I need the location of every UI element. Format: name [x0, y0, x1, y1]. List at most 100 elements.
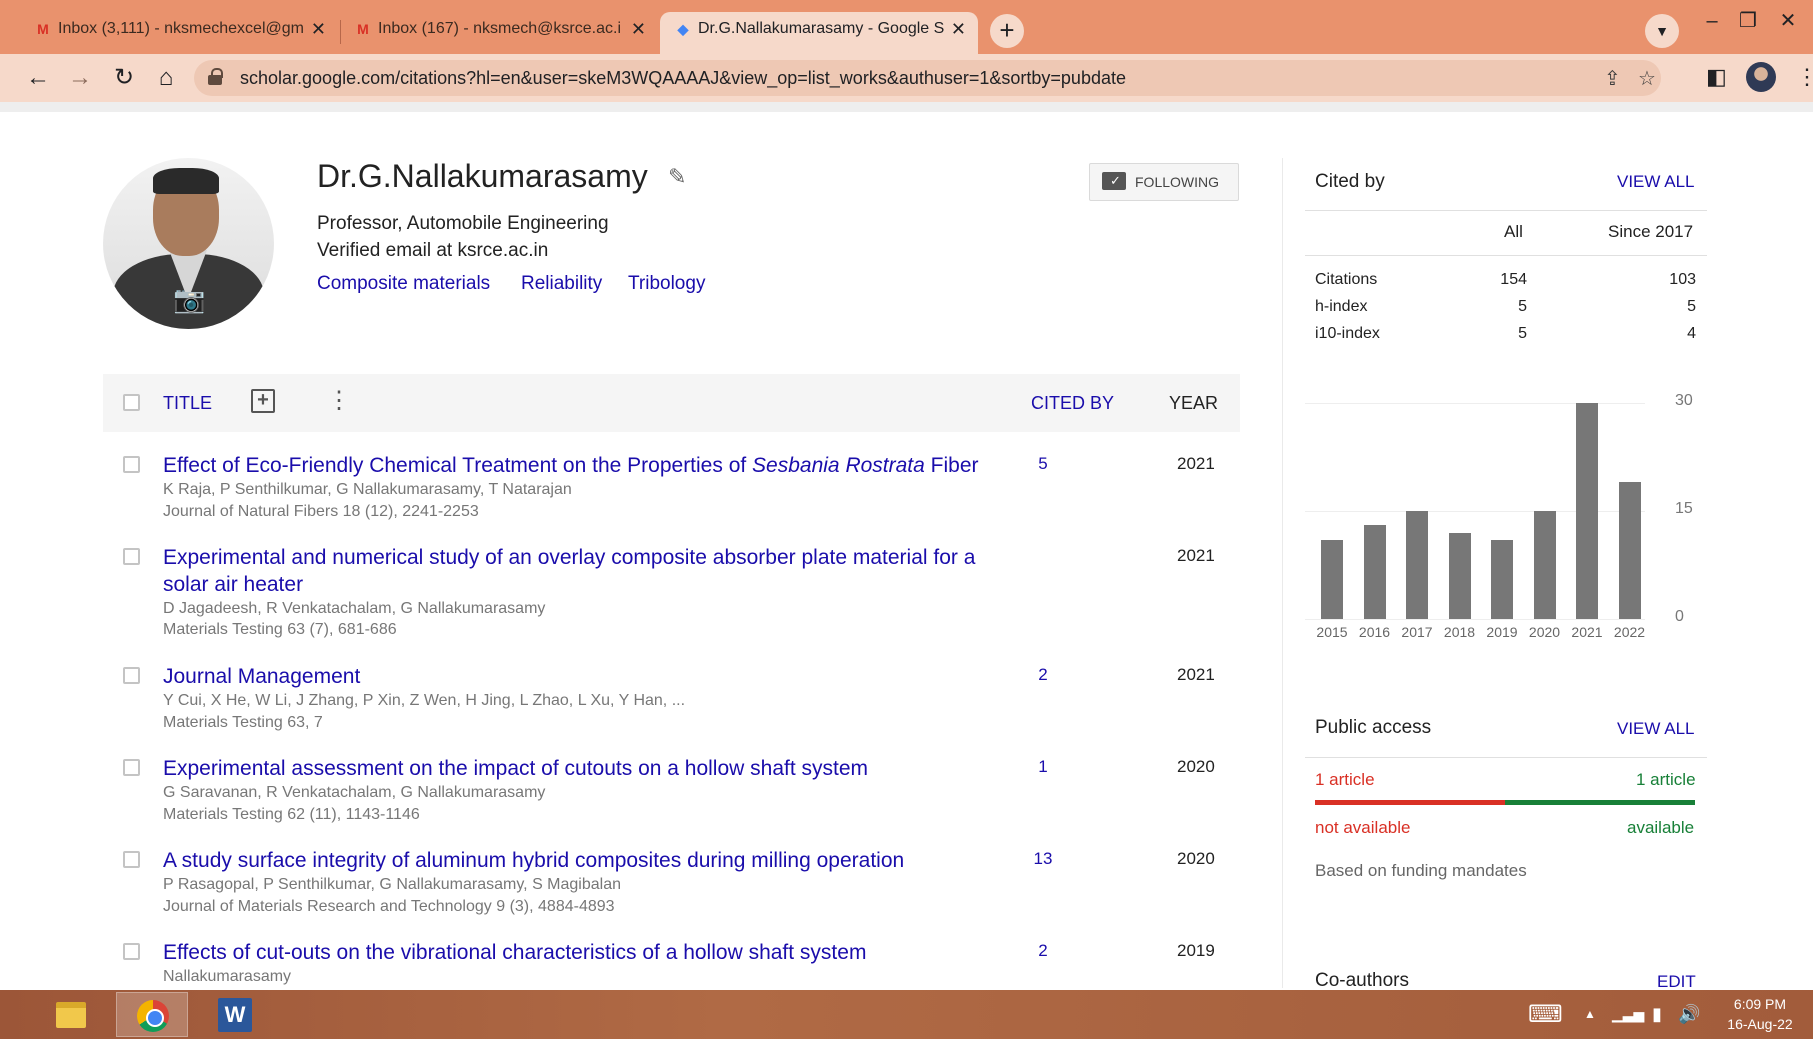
chart-bar-2018[interactable] [1448, 532, 1471, 619]
row-checkbox[interactable] [123, 456, 140, 473]
forward-icon[interactable]: → [64, 62, 96, 94]
browser-tab[interactable]: M Inbox (167) - nksmech@ksrce.ac.i ✕ [340, 12, 658, 54]
article-venue: Materials Testing 62 (11), 1143-1146 [163, 806, 420, 823]
article-title-link[interactable]: Experimental and numerical study of an o… [163, 544, 1003, 598]
close-icon[interactable]: ✕ [631, 12, 646, 46]
window-close-icon[interactable]: ✕ [1768, 6, 1808, 36]
keyboard-icon[interactable]: ⌨ [1528, 990, 1563, 1039]
browser-tab-active[interactable]: ◆ Dr.G.Nallakumarasamy - Google S ✕ [660, 12, 978, 54]
chart-bar-2021[interactable] [1576, 403, 1598, 619]
x-tick-label: 2020 [1528, 624, 1561, 640]
article-year: 2019 [1177, 941, 1215, 960]
row-checkbox[interactable] [123, 851, 140, 868]
chart-bar-2015[interactable] [1321, 539, 1343, 619]
stat-label[interactable]: i10-index [1315, 325, 1380, 343]
article-title-link[interactable]: Effects of cut-outs on the vibrational c… [163, 939, 1043, 966]
title-sort-header[interactable]: TITLE [163, 393, 212, 414]
not-available-count-link[interactable]: 1 article [1315, 770, 1375, 790]
coauthors-edit-link[interactable]: EDIT [1657, 972, 1696, 992]
minimize-icon[interactable]: – [1692, 6, 1732, 36]
gmail-icon: M [357, 21, 369, 37]
cited-count-link[interactable]: 5 [1013, 454, 1073, 474]
row-checkbox[interactable] [123, 759, 140, 776]
tab-title: Inbox (3,111) - nksmechexcel@gm [58, 20, 304, 37]
following-label: FOLLOWING [1135, 174, 1220, 190]
chart-bar-2020[interactable] [1533, 511, 1556, 619]
col-all-header: All [1504, 222, 1523, 241]
year-sort-header[interactable]: YEAR [1169, 393, 1218, 414]
chart-bar-2017[interactable] [1406, 511, 1428, 619]
profile-name: Dr.G.Nallakumarasamy [317, 158, 648, 194]
address-bar[interactable]: scholar.google.com/citations?hl=en&user=… [194, 60, 1661, 96]
public-access-heading: Public access [1315, 717, 1432, 738]
row-checkbox[interactable] [123, 943, 140, 960]
close-icon[interactable]: ✕ [311, 12, 326, 46]
select-all-checkbox[interactable] [123, 394, 140, 411]
interest-link[interactable]: Tribology [628, 273, 705, 295]
following-button[interactable]: FOLLOWING [1089, 163, 1239, 201]
side-panel-icon[interactable]: ◧ [1706, 64, 1727, 90]
available-count-link[interactable]: 1 article [1636, 770, 1696, 790]
divider [1305, 210, 1707, 211]
system-clock[interactable]: 6:09 PM 16-Aug-22 [1720, 994, 1800, 1034]
share-icon[interactable]: ⇪ [1604, 66, 1621, 91]
edit-pencil-icon[interactable]: ✎ [668, 164, 686, 190]
not-available-label: not available [1315, 818, 1411, 837]
cited-by-sort-header[interactable]: CITED BY [1031, 393, 1114, 414]
public-access-view-all-link[interactable]: VIEW ALL [1617, 719, 1694, 739]
new-tab-button[interactable]: + [990, 14, 1024, 48]
chart-bar-2022[interactable] [1618, 482, 1641, 619]
restore-icon[interactable]: ❐ [1728, 6, 1768, 36]
x-tick-label: 2021 [1571, 624, 1603, 640]
row-checkbox[interactable] [123, 667, 140, 684]
table-row: Effects of cut-outs on the vibrational c… [103, 939, 1240, 989]
article-title-link[interactable]: Effect of Eco-Friendly Chemical Treatmen… [163, 452, 1043, 479]
x-tick-label: 2017 [1401, 624, 1433, 640]
battery-icon[interactable]: ▮ [1652, 990, 1662, 1039]
show-hidden-icons-icon[interactable]: ▲ [1584, 990, 1596, 1039]
network-signal-icon[interactable]: ▁▃▅ [1612, 990, 1644, 1039]
article-title-italic: Sesbania Rostrata [752, 454, 925, 477]
menu-icon[interactable]: ⋮ [1796, 64, 1813, 90]
profile-photo[interactable]: 📷 [103, 158, 274, 329]
file-explorer-taskbar-item[interactable] [34, 992, 106, 1037]
cited-count-link[interactable]: 2 [1013, 941, 1073, 961]
camera-icon[interactable]: 📷 [173, 284, 205, 315]
chart-bar-2016[interactable] [1363, 525, 1386, 619]
more-options-icon[interactable]: ⋮ [327, 386, 351, 415]
article-title-link[interactable]: A study surface integrity of aluminum hy… [163, 847, 1043, 874]
article-year: 2021 [1177, 546, 1215, 565]
articles-table-header: TITLE + ⋮ CITED BY YEAR [103, 374, 1240, 432]
volume-icon[interactable]: 🔊 [1678, 990, 1700, 1039]
home-icon[interactable]: ⌂ [150, 62, 182, 94]
stat-label[interactable]: Citations [1315, 271, 1377, 289]
cited-count-link[interactable]: 2 [1013, 665, 1073, 685]
reload-icon[interactable]: ↻ [108, 62, 140, 94]
back-icon[interactable]: ← [22, 62, 54, 94]
available-bar [1505, 800, 1695, 805]
bookmark-star-icon[interactable]: ☆ [1638, 66, 1656, 91]
article-venue: Materials Testing 63 (7), 681-686 [163, 621, 397, 638]
cited-count-link[interactable]: 13 [1013, 849, 1073, 869]
article-year: 2020 [1177, 849, 1215, 868]
cited-by-view-all-link[interactable]: VIEW ALL [1617, 172, 1694, 192]
chrome-taskbar-item[interactable] [116, 992, 188, 1037]
chart-bar-2019[interactable] [1491, 539, 1513, 619]
article-title-link[interactable]: Experimental assessment on the impact of… [163, 755, 1043, 782]
add-article-icon[interactable]: + [251, 389, 275, 413]
stat-label[interactable]: h-index [1315, 298, 1367, 316]
profile-avatar[interactable] [1746, 62, 1776, 92]
word-taskbar-item[interactable]: W [198, 992, 270, 1037]
folder-icon [56, 1002, 86, 1028]
browser-tab[interactable]: M Inbox (3,111) - nksmechexcel@gm ✕ [20, 12, 338, 54]
close-icon[interactable]: ✕ [951, 12, 966, 46]
row-checkbox[interactable] [123, 548, 140, 565]
article-authors: Y Cui, X He, W Li, J Zhang, P Xin, Z Wen… [163, 692, 686, 709]
cited-count-link[interactable]: 1 [1013, 757, 1073, 777]
interest-link[interactable]: Composite materials [317, 273, 490, 295]
interest-link[interactable]: Reliability [521, 273, 602, 295]
url-text[interactable]: scholar.google.com/citations?hl=en&user=… [240, 60, 1126, 96]
tab-search-button[interactable]: ▼ [1645, 14, 1679, 48]
article-title-link[interactable]: Journal Management [163, 663, 1043, 690]
col-since-header: Since 2017 [1608, 222, 1694, 241]
